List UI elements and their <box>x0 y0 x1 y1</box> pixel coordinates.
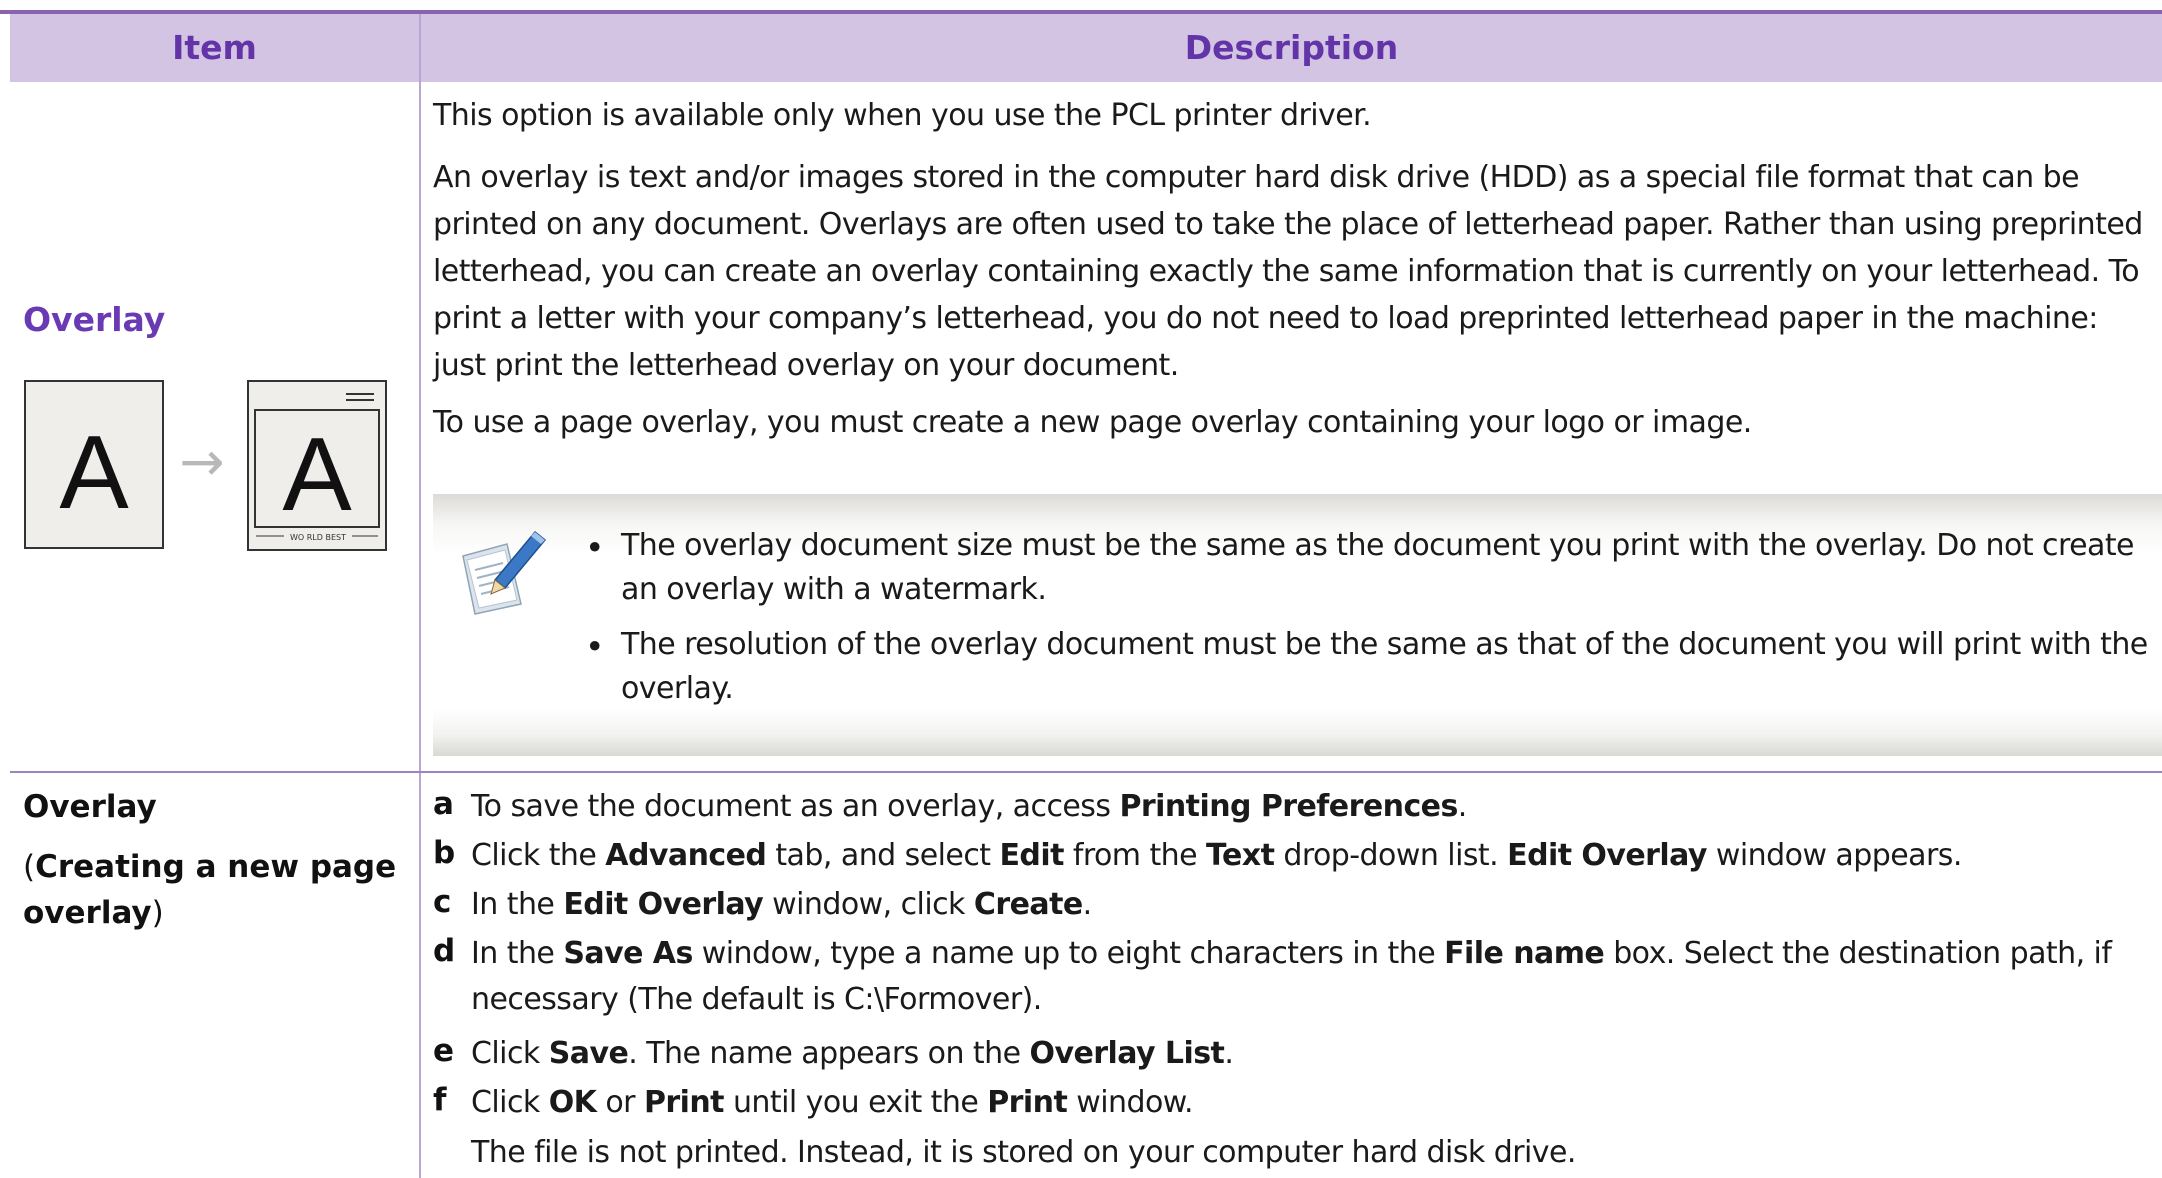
paragraph-page-overlay: To use a page overlay, you must create a… <box>433 405 1752 440</box>
step-letter-c: c <box>433 884 452 920</box>
paragraph-overlay-definition: An overlay is text and/or images stored … <box>433 160 2143 383</box>
note-pencil-icon <box>455 530 549 616</box>
header-item: Item <box>172 28 257 67</box>
step-text-d: In the Save As window, type a name up to… <box>471 936 2112 1017</box>
step-text-e: Click Save. The name appears on the Over… <box>471 1036 1234 1071</box>
illustration-footer-text: WO RLD BEST <box>290 533 346 542</box>
paragraph-pcl-note: This option is available only when you u… <box>433 98 1372 133</box>
step-letter-b: b <box>433 835 456 871</box>
note-bullet-1-marker: • <box>585 528 605 567</box>
final-note: The file is not printed. Instead, it is … <box>471 1135 1576 1170</box>
arrow-icon: → <box>179 430 224 493</box>
illustration-letter-after: A <box>282 417 352 533</box>
row1-item-title: Overlay <box>23 300 166 339</box>
illustration-letter-before: A <box>59 415 129 531</box>
step-letter-f: f <box>433 1082 447 1118</box>
step-letter-d: d <box>433 933 456 969</box>
note-bullet-2-marker: • <box>585 627 605 666</box>
step-text-b: Click the Advanced tab, and select Edit … <box>471 838 1962 873</box>
column-divider <box>419 14 421 1178</box>
step-text-c: In the Edit Overlay window, click Create… <box>471 887 1092 922</box>
step-letter-a: a <box>433 786 454 822</box>
row2-item-subtitle: (Creating a new page overlay) <box>23 849 397 931</box>
overlay-illustration: A → A WO RLD BEST <box>24 380 388 552</box>
header-description: Description <box>1184 28 1399 67</box>
step-text-a: To save the document as an overlay, acce… <box>471 789 1467 824</box>
row2-item-title: Overlay <box>23 789 157 825</box>
step-text-f: Click OK or Print until you exit the Pri… <box>471 1085 1194 1120</box>
step-letter-e: e <box>433 1033 455 1069</box>
row-separator <box>10 771 2162 773</box>
note-bullet-2: The resolution of the overlay document m… <box>621 627 2148 706</box>
document-page: Item Description Overlay A → A WO RLD BE… <box>0 0 2162 1178</box>
note-bullet-1: The overlay document size must be the sa… <box>621 528 2135 607</box>
